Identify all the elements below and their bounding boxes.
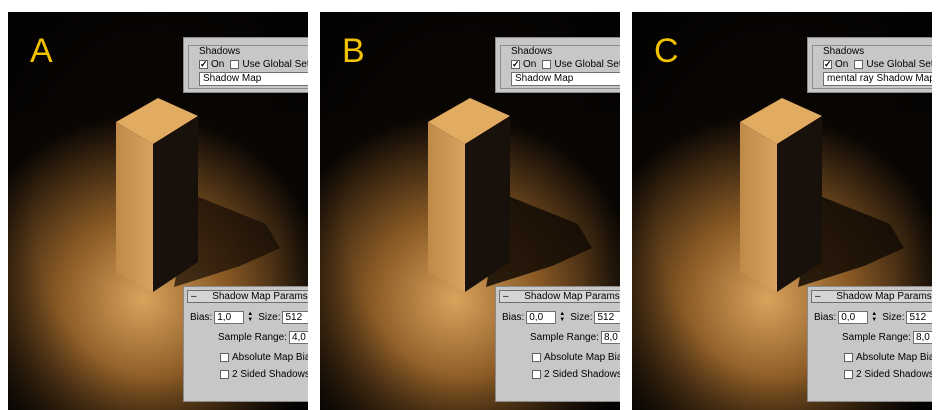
two-sided-shadows-checkbox[interactable]	[844, 370, 853, 379]
on-checkbox[interactable]	[199, 60, 208, 69]
params-title: Shadow Map Params	[836, 291, 932, 302]
global-settings-label: Use Global Settings	[866, 59, 932, 70]
shadows-row: On Use Global Settings	[823, 59, 932, 70]
on-checkbox[interactable]	[511, 60, 520, 69]
global-settings-checkbox[interactable]	[854, 60, 864, 69]
two-sided-shadows-label: 2 Sided Shadows	[544, 369, 620, 380]
panel-letter: A	[30, 32, 53, 70]
absolute-map-bias-row: Absolute Map Bias	[532, 352, 620, 363]
size-input[interactable]: 512	[906, 311, 932, 324]
shadows-title: Shadows	[821, 46, 867, 57]
bias-input[interactable]: 0,0	[838, 311, 869, 324]
sample-range-label: Sample Range:	[218, 332, 287, 343]
size-label: Size:	[882, 312, 905, 323]
shadow-map-params-rollout: – Shadow Map Params Bias: 0,0 ▲ ▼ Size: 5…	[495, 286, 620, 402]
params-title: Shadow Map Params	[524, 291, 620, 302]
bias-label: Bias:	[190, 312, 213, 323]
global-settings-label: Use Global Settings	[242, 59, 308, 70]
absolute-map-bias-label: Absolute Map Bias	[856, 352, 932, 363]
global-settings-checkbox[interactable]	[230, 60, 240, 69]
bias-spinner[interactable]: ▲ ▼	[246, 311, 254, 324]
shadow-type-select[interactable]: Shadow Map ▼	[199, 72, 308, 86]
sample-range-label: Sample Range:	[842, 332, 911, 343]
absolute-map-bias-label: Absolute Map Bias	[544, 352, 620, 363]
on-label: On	[211, 59, 225, 70]
bias-size-row: Bias: 0,0 ▲▼ Size: 512 ▲▼	[814, 311, 932, 324]
sample-range-input[interactable]: 8,0	[912, 331, 932, 344]
shadows-group: Shadows On Use Global Settings mental ra…	[812, 45, 932, 89]
bias-input[interactable]: 1,0	[214, 311, 245, 324]
panel-letter: C	[654, 32, 679, 70]
shadow-type-value: Shadow Map	[203, 73, 262, 84]
shadows-row: On Use Global Settings	[511, 59, 620, 70]
sample-range-row: Sample Range: 4,0 ▲▼	[218, 331, 308, 344]
shadows-rollout: Shadows On Use Global Settings mental ra…	[807, 37, 932, 93]
shadow-type-select[interactable]: mental ray Shadow Map ▼	[823, 72, 932, 86]
two-sided-shadows-label: 2 Sided Shadows	[232, 369, 308, 380]
absolute-map-bias-row: Absolute Map Bias	[844, 352, 932, 363]
on-label: On	[835, 59, 849, 70]
on-label: On	[523, 59, 537, 70]
two-sided-shadows-row: 2 Sided Shadows	[844, 369, 932, 380]
two-sided-shadows-checkbox[interactable]	[220, 370, 229, 379]
size-label: Size:	[258, 312, 281, 323]
absolute-map-bias-row: Absolute Map Bias	[220, 352, 308, 363]
shadow-type-value: mental ray Shadow Map	[827, 73, 932, 84]
sample-range-label: Sample Range:	[530, 332, 599, 343]
render-panel-b: B Shadows On Use Global Settings Shadow …	[320, 12, 620, 410]
bias-input[interactable]: 0,0	[526, 311, 557, 324]
shadow-map-params-rollout: – Shadow Map Params Bias: 1,0 ▲ ▼ Size: 5…	[183, 286, 308, 402]
shadows-title: Shadows	[197, 46, 243, 57]
shadows-row: On Use Global Settings	[199, 59, 308, 70]
collapse-icon[interactable]: –	[191, 291, 197, 302]
params-rollout-header[interactable]: – Shadow Map Params	[811, 290, 932, 303]
global-settings-label: Use Global Settings	[554, 59, 620, 70]
absolute-map-bias-checkbox[interactable]	[844, 353, 853, 362]
sample-range-row: Sample Range: 8,0 ▲▼	[530, 331, 620, 344]
params-rollout-header[interactable]: – Shadow Map Params	[187, 290, 308, 303]
shadows-title: Shadows	[509, 46, 555, 57]
absolute-map-bias-label: Absolute Map Bias	[232, 352, 308, 363]
absolute-map-bias-checkbox[interactable]	[532, 353, 541, 362]
render-panel-a: A Shadows On Use Global Settings Shadow …	[8, 12, 308, 410]
shadow-type-value: Shadow Map	[515, 73, 574, 84]
collapse-icon[interactable]: –	[503, 291, 509, 302]
sample-range-row: Sample Range: 8,0 ▲▼	[842, 331, 932, 344]
params-title: Shadow Map Params	[212, 291, 308, 302]
shadows-rollout: Shadows On Use Global Settings Shadow Ma…	[183, 37, 308, 93]
shadows-group: Shadows On Use Global Settings Shadow Ma…	[188, 45, 308, 89]
shadow-type-select[interactable]: Shadow Map ▼	[511, 72, 620, 86]
size-input[interactable]: 512	[282, 311, 308, 324]
collapse-icon[interactable]: –	[815, 291, 821, 302]
panel-letter: B	[342, 32, 365, 70]
two-sided-shadows-checkbox[interactable]	[532, 370, 541, 379]
two-sided-shadows-label: 2 Sided Shadows	[856, 369, 932, 380]
params-rollout-header[interactable]: – Shadow Map Params	[499, 290, 620, 303]
absolute-map-bias-checkbox[interactable]	[220, 353, 229, 362]
shadows-group: Shadows On Use Global Settings Shadow Ma…	[500, 45, 620, 89]
on-checkbox[interactable]	[823, 60, 832, 69]
size-label: Size:	[570, 312, 593, 323]
bias-label: Bias:	[502, 312, 525, 323]
bias-size-row: Bias: 1,0 ▲▼ Size: 512 ▲▼	[190, 311, 308, 324]
sample-range-input[interactable]: 4,0	[288, 331, 308, 344]
bias-size-row: Bias: 0,0 ▲▼ Size: 512 ▲▼	[502, 311, 620, 324]
shadow-map-params-rollout: – Shadow Map Params Bias: 0,0 ▲ ▼ Size: 5…	[807, 286, 932, 402]
bias-label: Bias:	[814, 312, 837, 323]
two-sided-shadows-row: 2 Sided Shadows	[532, 369, 620, 380]
bias-spinner[interactable]: ▲ ▼	[870, 311, 878, 324]
two-sided-shadows-row: 2 Sided Shadows	[220, 369, 308, 380]
render-panel-c: C Shadows On Use Global Settings mental …	[632, 12, 932, 410]
global-settings-checkbox[interactable]	[542, 60, 552, 69]
shadows-rollout: Shadows On Use Global Settings Shadow Ma…	[495, 37, 620, 93]
size-input[interactable]: 512	[594, 311, 620, 324]
bias-spinner[interactable]: ▲ ▼	[558, 311, 566, 324]
sample-range-input[interactable]: 8,0	[600, 331, 620, 344]
